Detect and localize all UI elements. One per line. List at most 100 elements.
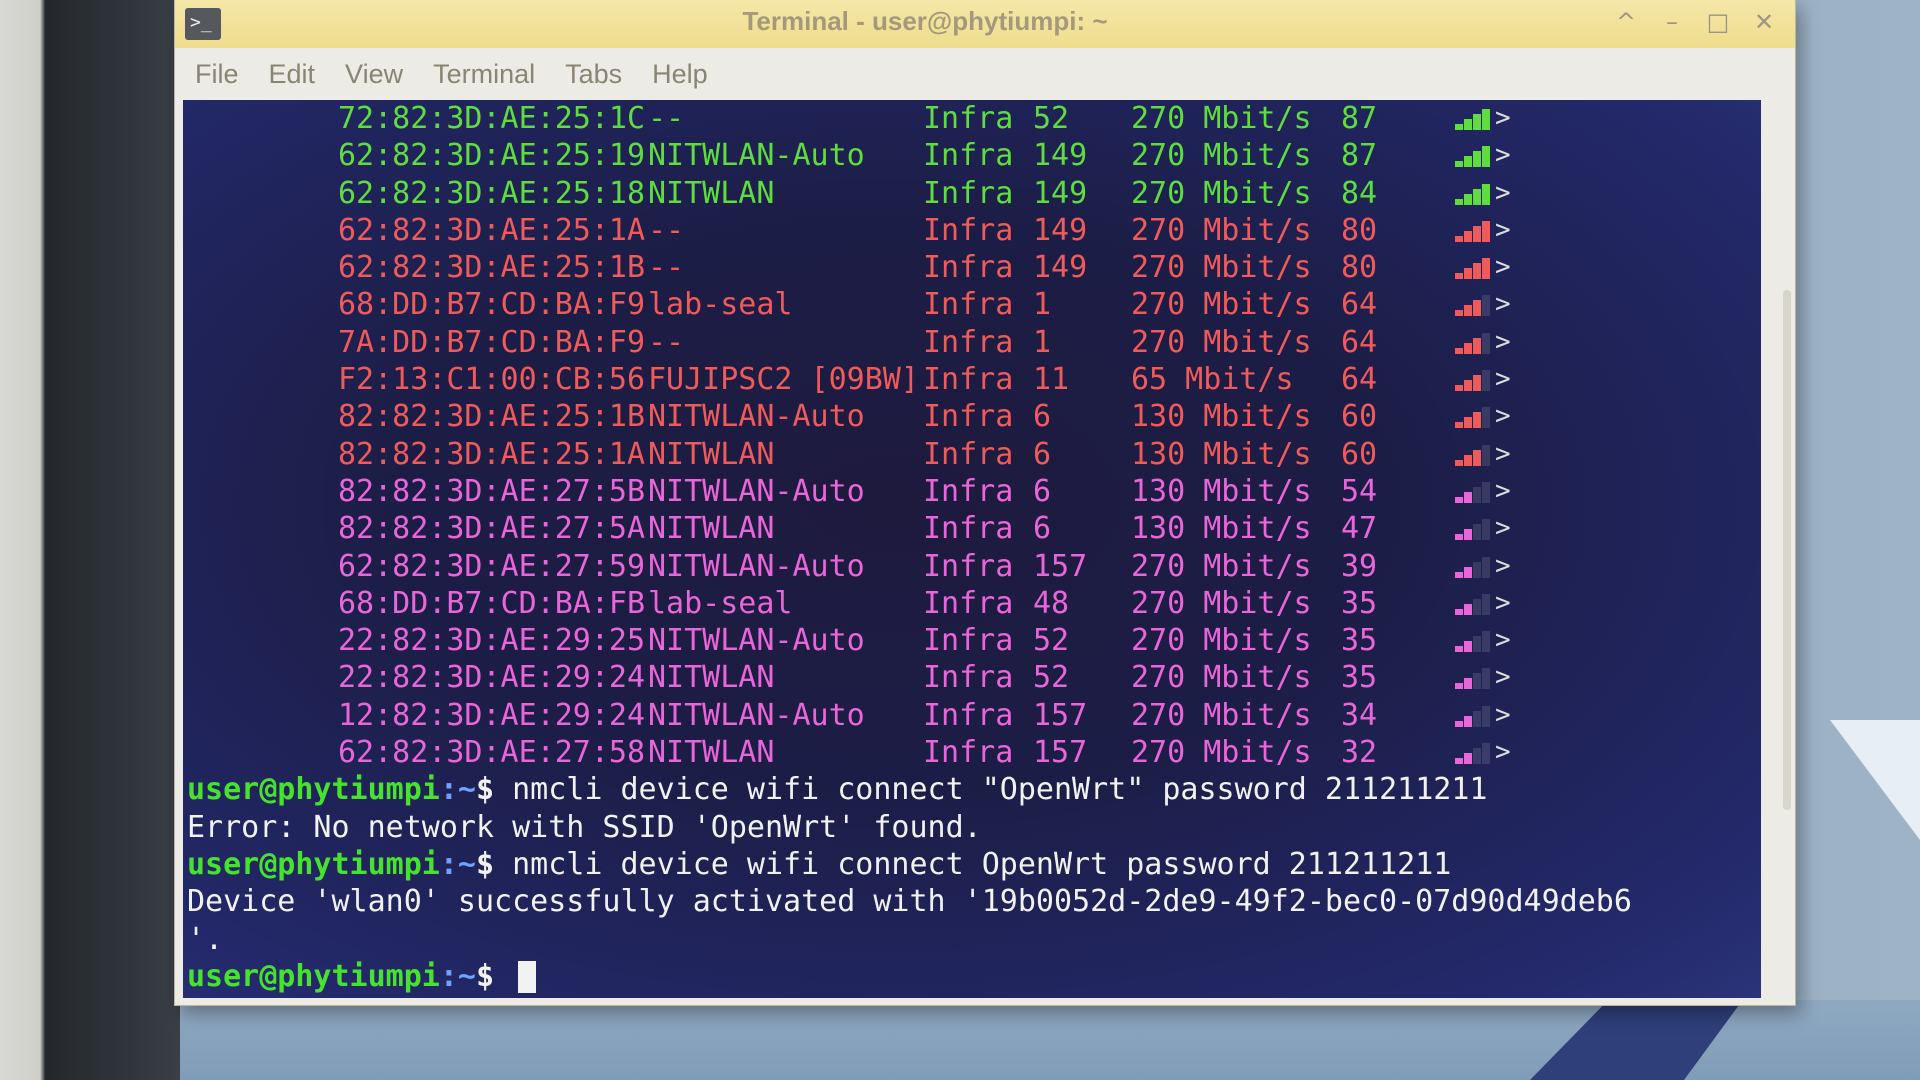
cell-ssid: lab-seal (648, 585, 793, 621)
close-icon[interactable]: ✕ (1751, 8, 1777, 36)
cell-rate: 270 Mbit/s (1131, 138, 1312, 174)
output-text: Device 'wlan0' successfully activated wi… (187, 884, 1632, 920)
line-wrap-arrow-icon: > (1495, 252, 1511, 283)
menu-tabs[interactable]: Tabs (565, 59, 622, 90)
signal-bars-icon (1455, 556, 1493, 578)
prompt-symbol: $ (476, 958, 513, 994)
output-text: Error: No network with SSID 'OpenWrt' fo… (187, 809, 982, 845)
desktop-wallpaper-shape (1830, 720, 1920, 840)
cell-ssid: -- (648, 101, 685, 136)
cell-ssid: NITWLAN (648, 735, 775, 771)
cell-chan: 48 (1033, 585, 1070, 621)
scrollbar[interactable] (1781, 110, 1791, 990)
cell-rate: 130 Mbit/s (1131, 436, 1312, 472)
line-wrap-arrow-icon: > (1495, 103, 1511, 133)
signal-bars-icon (1455, 108, 1493, 130)
cell-ssid: NITWLAN (648, 436, 775, 472)
scan-row: 12:82:3D:AE:29:24 NITWLAN-Auto Infra 157 270… (183, 697, 1743, 734)
cell-chan: 52 (1033, 101, 1070, 136)
prompt-symbol: $ (476, 772, 513, 808)
menu-help[interactable]: Help (652, 59, 708, 90)
menu-file[interactable]: File (195, 59, 239, 90)
window-title: Terminal - user@phytiumpi: ~ (742, 6, 1108, 36)
menu-bar: File Edit View Terminal Tabs Help (175, 48, 1795, 100)
cell-bssid: 82:82:3D:AE:25:1A (338, 436, 646, 472)
scan-row: 82:82:3D:AE:25:1B NITWLAN-Auto Infra 6 130 M… (183, 398, 1743, 435)
cell-rate: 270 Mbit/s (1131, 548, 1312, 584)
window-controls: ^ – □ ✕ (1613, 8, 1777, 36)
cell-signal: 34 (1341, 697, 1378, 733)
cell-mode: Infra (923, 473, 1014, 509)
cell-chan: 6 (1033, 511, 1052, 547)
scan-row: 72:82:3D:AE:25:1C -- Infra 52 270 Mbit/s 87 > (183, 100, 1743, 137)
cell-bssid: 82:82:3D:AE:27:5A (338, 511, 646, 547)
cell-mode: Infra (923, 138, 1014, 174)
signal-bars-icon (1455, 630, 1493, 653)
cell-ssid: NITWLAN-Auto (648, 138, 865, 174)
title-bar[interactable]: >_ Terminal - user@phytiumpi: ~ ^ – □ ✕ (175, 0, 1795, 48)
scrollbar-thumb[interactable] (1783, 290, 1791, 810)
line-wrap-arrow-icon: > (1495, 177, 1511, 208)
signal-bars-icon (1455, 145, 1493, 168)
line-wrap-arrow-icon: > (1495, 140, 1511, 171)
line-wrap-arrow-icon: > (1495, 326, 1511, 357)
line-wrap-arrow-icon: > (1495, 364, 1511, 395)
output-line: '. (183, 921, 1743, 958)
cell-rate: 270 Mbit/s (1131, 212, 1312, 248)
cell-bssid: 7A:DD:B7:CD:BA:F9 (338, 324, 646, 360)
menu-edit[interactable]: Edit (269, 59, 316, 90)
scan-row: 82:82:3D:AE:25:1A NITWLAN Infra 6 130 Mbit/s… (183, 436, 1743, 473)
cell-chan: 6 (1033, 436, 1052, 472)
prompt-user: user@phytiumpi (187, 772, 440, 808)
cell-bssid: 22:82:3D:AE:29:25 (338, 623, 646, 659)
minimize-icon[interactable]: – (1659, 8, 1685, 36)
cell-rate: 65 Mbit/s (1131, 362, 1294, 398)
menu-terminal[interactable]: Terminal (433, 59, 535, 90)
cell-signal: 80 (1341, 212, 1378, 248)
menu-view[interactable]: View (345, 59, 403, 90)
cell-mode: Infra (923, 548, 1014, 584)
shade-icon[interactable]: ^ (1613, 8, 1639, 36)
cell-mode: Infra (923, 735, 1014, 771)
prompt-user: user@phytiumpi (187, 958, 440, 994)
cell-bssid: 68:DD:B7:CD:BA:F9 (338, 287, 646, 323)
scan-row: 62:82:3D:AE:25:1A -- Infra 149 270 Mbit/s 80 > (183, 212, 1743, 249)
output-line: Device 'wlan0' successfully activated wi… (183, 883, 1743, 920)
cell-signal: 35 (1341, 585, 1378, 621)
cell-ssid: NITWLAN-Auto (648, 473, 865, 509)
maximize-icon[interactable]: □ (1705, 8, 1731, 36)
line-wrap-arrow-icon: > (1495, 438, 1511, 469)
cell-rate: 270 Mbit/s (1131, 585, 1312, 621)
signal-bars-icon (1455, 444, 1493, 466)
cell-ssid: NITWLAN (648, 660, 775, 696)
prompt-user: user@phytiumpi (187, 846, 440, 882)
cell-rate: 270 Mbit/s (1131, 660, 1312, 696)
signal-bars-icon (1455, 406, 1493, 429)
signal-bars-icon (1455, 481, 1493, 503)
cell-chan: 149 (1033, 250, 1088, 286)
cell-bssid: 68:DD:B7:CD:BA:FB (338, 585, 646, 621)
output-text: '. (187, 921, 224, 957)
terminal-area[interactable]: 72:82:3D:AE:25:1C -- Infra 52 270 Mbit/s 87 >6… (183, 100, 1761, 998)
cell-mode: Infra (923, 101, 1014, 136)
cell-signal: 80 (1341, 250, 1378, 286)
signal-bars-icon (1455, 518, 1493, 541)
cell-mode: Infra (923, 399, 1014, 435)
command-line: user@phytiumpi:~$ nmcli device wifi conn… (183, 846, 1743, 883)
cell-rate: 130 Mbit/s (1131, 511, 1312, 547)
command-text: nmcli device wifi connect OpenWrt passwo… (512, 846, 1452, 882)
cell-mode: Infra (923, 697, 1014, 733)
line-wrap-arrow-icon: > (1495, 737, 1511, 768)
cell-bssid: 22:82:3D:AE:29:24 (338, 660, 646, 696)
cell-rate: 270 Mbit/s (1131, 250, 1312, 286)
signal-bars-icon (1455, 332, 1493, 354)
cell-bssid: 82:82:3D:AE:25:1B (338, 399, 646, 435)
prompt-path: :~ (439, 846, 476, 882)
cell-signal: 60 (1341, 436, 1378, 472)
cell-chan: 52 (1033, 660, 1070, 696)
signal-bars-icon (1455, 705, 1493, 727)
scan-row: 68:DD:B7:CD:BA:FB lab-seal Infra 48 270 Mbit… (183, 585, 1743, 622)
cell-mode: Infra (923, 585, 1014, 621)
cell-rate: 270 Mbit/s (1131, 623, 1312, 659)
scan-row: 62:82:3D:AE:27:58 NITWLAN Infra 157 270 Mbit… (183, 734, 1743, 771)
